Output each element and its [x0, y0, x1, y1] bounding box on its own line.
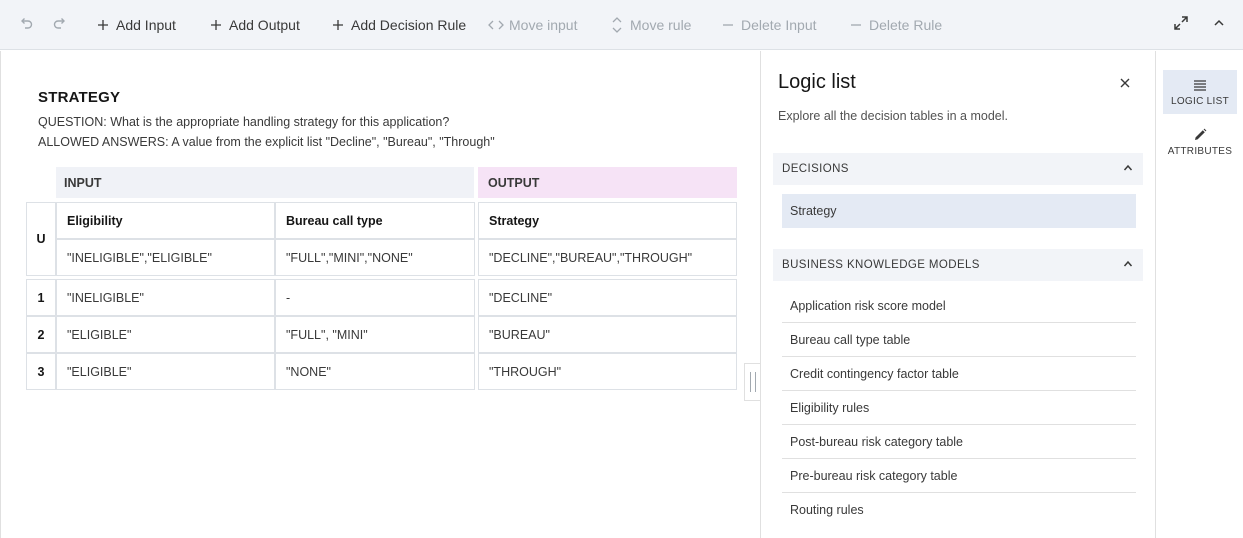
input-column-bureau-call-type[interactable]: Bureau call type [275, 202, 475, 239]
allowed-answers: ALLOWED ANSWERS: A value from the explic… [38, 135, 495, 149]
panel-description: Explore all the decision tables in a mod… [778, 109, 1008, 123]
attributes-tab[interactable]: ATTRIBUTES [1163, 120, 1237, 164]
rule-cell[interactable]: "ELIGIBLE" [56, 353, 275, 390]
rule-cell[interactable]: "FULL", "MINI" [275, 316, 475, 353]
list-item[interactable]: Post-bureau risk category table [782, 425, 1136, 459]
redo-icon [52, 15, 68, 36]
side-rail: LOGIC LIST ATTRIBUTES [1157, 51, 1243, 538]
redo-button[interactable] [43, 0, 77, 50]
chevron-up-icon [1123, 259, 1133, 272]
list-icon [1193, 77, 1207, 93]
rule-cell[interactable]: "BUREAU" [478, 316, 737, 353]
eligibility-allowed-values[interactable]: "INELIGIBLE","ELIGIBLE" [56, 239, 275, 276]
hit-policy-cell[interactable]: U [26, 202, 56, 276]
rule-cell[interactable]: "INELIGIBLE" [56, 279, 275, 316]
plus-icon [330, 17, 346, 33]
add-decision-rule-label: Add Decision Rule [351, 16, 467, 33]
rule-cell[interactable]: - [275, 279, 475, 316]
list-item[interactable]: Credit contingency factor table [782, 357, 1136, 391]
logic-list-panel: Logic list Explore all the decision tabl… [760, 51, 1156, 538]
delete-rule-label: Delete Rule [869, 16, 943, 33]
add-output-label: Add Output [229, 16, 300, 33]
rule-cell[interactable]: "NONE" [275, 353, 475, 390]
decisions-section-label: DECISIONS [782, 163, 849, 175]
bkm-section-label: BUSINESS KNOWLEDGE MODELS [782, 259, 980, 271]
panel-title: Logic list [778, 71, 856, 93]
decision-question: QUESTION: What is the appropriate handli… [38, 115, 450, 129]
up-down-arrows-icon [609, 16, 625, 33]
input-column-eligibility[interactable]: Eligibility [56, 202, 275, 239]
list-item[interactable]: Eligibility rules [782, 391, 1136, 425]
delete-input-label: Delete Input [741, 16, 817, 33]
rule-number[interactable]: 1 [26, 279, 56, 316]
chevron-up-icon [1123, 163, 1133, 176]
close-panel-button[interactable] [1113, 73, 1137, 97]
bkm-section-header[interactable]: BUSINESS KNOWLEDGE MODELS [773, 249, 1143, 281]
logic-list-tab[interactable]: LOGIC LIST [1163, 70, 1237, 114]
decisions-section-header[interactable]: DECISIONS [773, 153, 1143, 185]
plus-icon [208, 17, 224, 33]
delete-input-button[interactable]: Delete Input [720, 0, 817, 50]
add-input-label: Add Input [116, 16, 176, 33]
list-item[interactable]: Routing rules [782, 493, 1136, 527]
input-header: INPUT [56, 167, 474, 198]
add-output-button[interactable]: Add Output [208, 0, 300, 50]
move-rule-button[interactable]: Move rule [609, 0, 691, 50]
list-item[interactable]: Pre-bureau risk category table [782, 459, 1136, 493]
undo-icon [18, 15, 34, 36]
move-rule-label: Move rule [630, 16, 692, 33]
chevron-up-icon [1213, 16, 1225, 34]
panel-resize-handle[interactable] [744, 363, 760, 401]
undo-button[interactable] [9, 0, 43, 50]
bureau-call-type-allowed-values[interactable]: "FULL","MINI","NONE" [275, 239, 475, 276]
list-item[interactable]: Bureau call type table [782, 323, 1136, 357]
output-header: OUTPUT [478, 167, 737, 198]
logic-list-tab-label: LOGIC LIST [1170, 96, 1229, 107]
code-arrows-icon [488, 17, 504, 33]
add-input-button[interactable]: Add Input [95, 0, 176, 50]
rule-cell[interactable]: "DECLINE" [478, 279, 737, 316]
strategy-allowed-values[interactable]: "DECLINE","BUREAU","THROUGH" [478, 239, 737, 276]
drag-handle-icon [749, 372, 756, 392]
move-input-button[interactable]: Move input [488, 0, 577, 50]
decision-table-workspace: STRATEGY QUESTION: What is the appropria… [0, 51, 760, 538]
decision-table-title: STRATEGY [38, 89, 121, 106]
decision-item-strategy[interactable]: Strategy [782, 194, 1136, 228]
rule-number[interactable]: 2 [26, 316, 56, 353]
minus-icon [848, 17, 864, 33]
rule-cell[interactable]: "ELIGIBLE" [56, 316, 275, 353]
collapse-toolbar-button[interactable] [1202, 0, 1236, 50]
rule-cell[interactable]: "THROUGH" [478, 353, 737, 390]
close-icon [1119, 76, 1131, 94]
bkm-list: Application risk score model Bureau call… [782, 289, 1136, 527]
attributes-tab-label: ATTRIBUTES [1167, 146, 1233, 157]
expand-button[interactable] [1164, 0, 1198, 50]
add-decision-rule-button[interactable]: Add Decision Rule [330, 0, 466, 50]
minus-icon [720, 17, 736, 33]
plus-icon [95, 17, 111, 33]
delete-rule-button[interactable]: Delete Rule [848, 0, 942, 50]
output-column-strategy[interactable]: Strategy [478, 202, 737, 239]
rule-number[interactable]: 3 [26, 353, 56, 390]
toolbar: Add Input Add Output Add Decision Rule M… [0, 0, 1243, 50]
expand-icon [1173, 15, 1189, 36]
list-item[interactable]: Application risk score model [782, 289, 1136, 323]
pencil-icon [1193, 127, 1207, 143]
move-input-label: Move input [509, 16, 578, 33]
